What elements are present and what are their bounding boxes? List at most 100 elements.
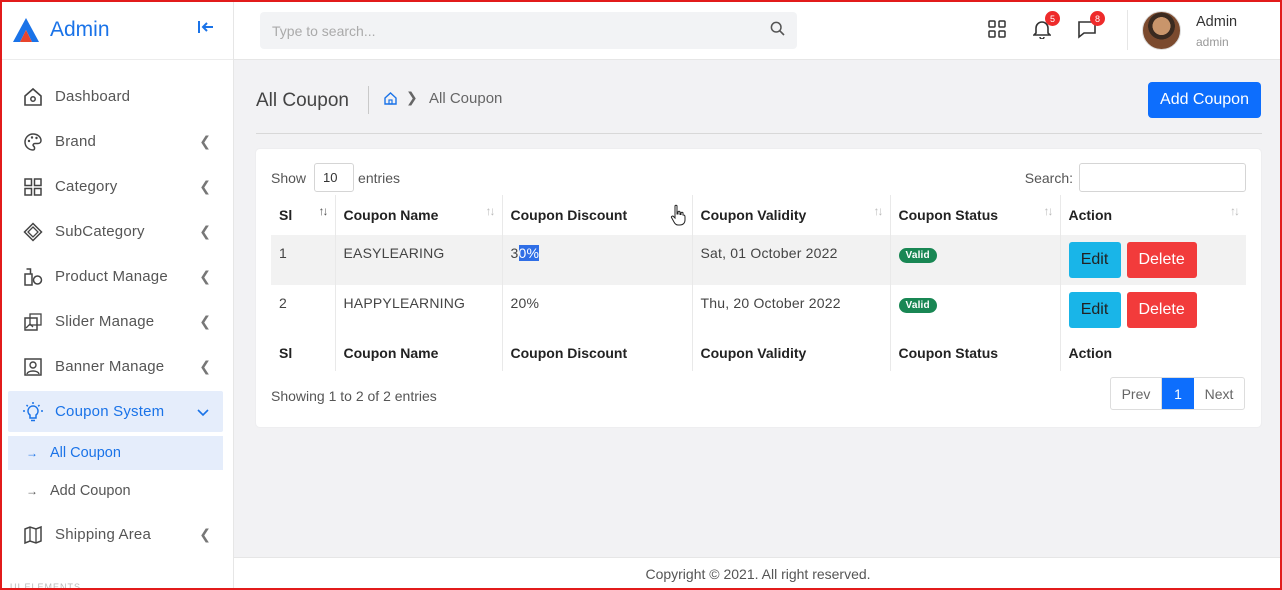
cube-icon (22, 221, 44, 243)
portrait-icon (22, 356, 44, 378)
sidebar-item-label: Slider Manage (55, 313, 155, 330)
table-row: 1 EASYLEARING 30% Sat, 01 October 2022 V… (271, 235, 1246, 285)
breadcrumb-home-icon[interactable] (384, 92, 397, 110)
avatar[interactable] (1142, 11, 1181, 50)
sidebar-item-label: Product Manage (55, 268, 168, 285)
page-footer: Copyright © 2021. All right reserved. (234, 557, 1282, 590)
sidebar-item-subcategory[interactable]: SubCategory ❮ (0, 209, 233, 254)
messages-badge: 8 (1090, 11, 1105, 26)
product-icon (22, 266, 44, 288)
sort-icon: ↑↓ (318, 204, 329, 218)
top-header: 5 8 Admin admin (234, 0, 1282, 60)
sidebar-item-label: SubCategory (55, 223, 145, 240)
chevron-left-icon: ❮ (199, 313, 211, 329)
entries-label: entries (358, 169, 401, 186)
sidebar-item-label: Brand (55, 133, 97, 150)
sidebar-item-label: Dashboard (55, 88, 131, 105)
brand-name: Admin (50, 17, 110, 41)
cell-coupon-status: Valid (890, 235, 1061, 285)
global-search (260, 12, 797, 49)
chevron-down-icon (197, 404, 209, 420)
apps-grid-icon[interactable] (986, 18, 1008, 40)
entries-select[interactable]: 10 (314, 163, 355, 192)
cell-sl: 2 (271, 285, 336, 335)
footer-header-coupon-name: Coupon Name (335, 335, 503, 371)
table-info: Showing 1 to 2 of 2 entries (271, 388, 437, 404)
chevron-left-icon: ❮ (199, 526, 211, 542)
cell-coupon-status: Valid (890, 285, 1061, 335)
status-badge: Valid (898, 248, 937, 263)
messages-icon[interactable]: 8 (1076, 11, 1105, 40)
delete-button[interactable]: Delete (1126, 242, 1197, 278)
sort-icon: ↑↓ (1230, 204, 1240, 218)
brand-logo-icon (12, 16, 40, 44)
footer-header-action: Action (1068, 345, 1113, 361)
sidebar-item-banner-manage[interactable]: Banner Manage ❮ (0, 344, 233, 389)
column-header-coupon-validity[interactable]: Coupon Validity ↑↓ (692, 195, 891, 235)
chevron-left-icon: ❮ (199, 358, 211, 374)
user-role: admin (1196, 35, 1229, 49)
table-footer-row: Sl Coupon Name Coupon Discount Coupon Va… (271, 335, 1246, 371)
images-icon (22, 311, 44, 333)
cell-coupon-discount: 30% (502, 235, 693, 285)
footer-header-coupon-status: Coupon Status (890, 335, 1061, 371)
cell-action: Edit Delete (1060, 285, 1246, 335)
user-name[interactable]: Admin (1196, 14, 1237, 30)
table-search: Search: (1025, 163, 1246, 192)
column-header-action[interactable]: Action ↑↓ (1060, 195, 1246, 235)
chevron-left-icon: ❮ (199, 133, 211, 149)
pagination-page-button[interactable]: 1 (1162, 378, 1194, 409)
table-search-input[interactable] (1079, 163, 1246, 192)
sidebar: Admin Dashboard Brand ❮ Category ❮ SubCa… (0, 0, 234, 590)
grid-icon (22, 176, 44, 198)
coupon-table-card: Show 10 entries Search: Sl ↑↓ Coupon Name… (256, 149, 1261, 427)
footer-header-coupon-discount: Coupon Discount (502, 335, 693, 371)
status-badge: Valid (898, 298, 937, 313)
column-header-coupon-name[interactable]: Coupon Name ↑↓ (335, 195, 503, 235)
sidebar-subitem-label: All Coupon (50, 445, 121, 461)
sidebar-subitem-all-coupon[interactable]: → All Coupon (8, 436, 223, 470)
collapse-sidebar-icon[interactable] (197, 20, 215, 39)
sidebar-item-coupon-system[interactable]: Coupon System (8, 391, 223, 432)
search-icon[interactable] (770, 21, 785, 41)
pagination: Prev 1 Next (1110, 377, 1245, 410)
breadcrumb-chevron-icon: ❯ (406, 89, 418, 105)
cell-action: Edit Delete (1060, 235, 1246, 285)
sidebar-section-label: UI ELEMENTS (10, 582, 82, 590)
sidebar-item-dashboard[interactable]: Dashboard (0, 74, 233, 119)
edit-button[interactable]: Edit (1068, 292, 1121, 328)
add-coupon-button[interactable]: Add Coupon (1148, 82, 1261, 118)
bulb-icon (22, 401, 44, 423)
column-header-sl[interactable]: Sl ↑↓ (271, 195, 336, 235)
map-icon (22, 524, 44, 546)
notifications-bell-icon[interactable]: 5 (1031, 11, 1060, 40)
table-row: 2 HAPPYLEARNING 20% Thu, 20 October 2022… (271, 285, 1246, 335)
arrow-right-icon: → (26, 484, 38, 498)
arrow-right-icon: → (26, 446, 38, 460)
delete-button[interactable]: Delete (1126, 292, 1197, 328)
chevron-left-icon: ❮ (199, 178, 211, 194)
column-header-coupon-status[interactable]: Coupon Status ↑↓ (890, 195, 1061, 235)
show-label: Show (271, 169, 307, 186)
pagination-next-button[interactable]: Next (1194, 378, 1244, 409)
sidebar-item-label: Banner Manage (55, 358, 165, 375)
sidebar-item-shipping-area[interactable]: Shipping Area ❮ (0, 512, 233, 557)
footer-header-coupon-validity: Coupon Validity (692, 335, 891, 371)
pagination-prev-button[interactable]: Prev (1111, 378, 1162, 409)
notifications-badge: 5 (1045, 11, 1060, 26)
column-header-coupon-discount[interactable]: Coupon Discount (502, 195, 693, 235)
edit-button[interactable]: Edit (1068, 242, 1121, 278)
cell-coupon-validity: Sat, 01 October 2022 (692, 235, 891, 285)
global-search-input[interactable] (272, 22, 770, 39)
sidebar-subitem-add-coupon[interactable]: → Add Coupon (8, 474, 223, 508)
sidebar-item-slider-manage[interactable]: Slider Manage ❮ (0, 299, 233, 344)
sidebar-item-product-manage[interactable]: Product Manage ❮ (0, 254, 233, 299)
palette-icon (22, 131, 44, 153)
sort-icon: ↑↓ (1043, 204, 1054, 218)
sidebar-item-brand[interactable]: Brand ❮ (0, 119, 233, 164)
table-search-label: Search: (1024, 169, 1073, 186)
sidebar-item-category[interactable]: Category ❮ (0, 164, 233, 209)
brand-header: Admin (0, 0, 233, 60)
hand-pointer-cursor-icon (670, 204, 686, 231)
chevron-left-icon: ❮ (199, 268, 211, 284)
